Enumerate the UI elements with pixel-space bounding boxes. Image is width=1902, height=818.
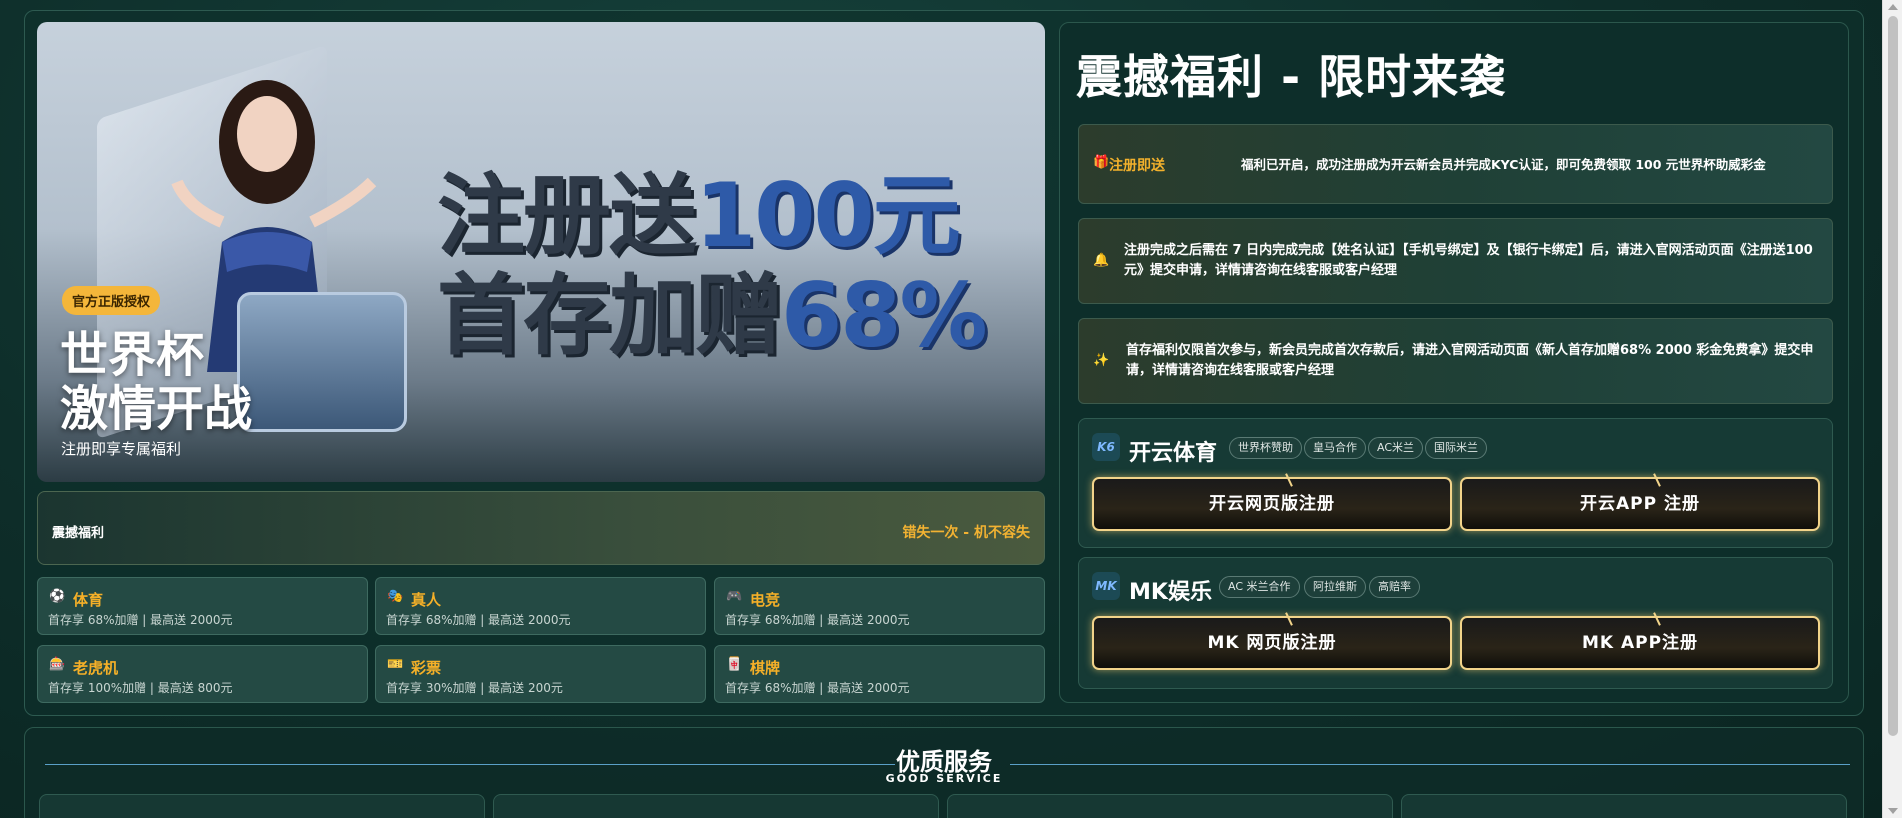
brand-chip: 皇马合作 [1304, 437, 1366, 459]
category-desc: 首存享 68%加赠 | 最高送 2000元 [725, 613, 910, 627]
official-badge: 官方正版授权 [62, 286, 161, 315]
welfare-panel: 震撼福利 - 限时来袭 🎁 注册即送 福利已开启，成功注册成为开云新会员并完成K… [1059, 22, 1849, 703]
category-name: 电竞 [750, 591, 781, 609]
info-text: 福利已开启，成功注册成为开云新会员并完成KYC认证，即可免费领取 100 元世界… [1241, 157, 1766, 172]
button-label: MK 网页版注册 [1207, 633, 1337, 653]
brand-chip: AC 米兰合作 [1219, 576, 1300, 598]
category-name: 老虎机 [73, 659, 119, 677]
brand-card-kaiyun: K6 开云体育 世界杯赞助 皇马合作 AC米兰 国际米兰 开云网页版注册 开云A… [1078, 418, 1833, 548]
scrollbar-thumb[interactable] [1888, 16, 1898, 736]
info-text: 注册完成之后需在 7 日内完成完成【姓名认证】【手机号绑定】及【银行卡绑定】后，… [1124, 243, 1813, 278]
mahjong-icon: 🀄 [726, 657, 743, 672]
sparkle-decoration [1653, 612, 1661, 626]
category-card-cards[interactable]: 🀄 棋牌 首存享 68%加赠 | 最高送 2000元 [714, 645, 1045, 703]
sparkle-icon: ✨ [1093, 353, 1110, 368]
info-text: 首存福利仅限首次参与，新会员完成首次存款后，请进入官网活动页面《新人首存加赠68… [1126, 343, 1814, 378]
category-card-sports[interactable]: ⚽ 体育 首存享 68%加赠 | 最高送 2000元 [37, 577, 368, 635]
service-card [39, 794, 485, 818]
hero-headline-1: 注册送100元 [437, 164, 961, 267]
service-card [1401, 794, 1847, 818]
ticket-icon: 🎫 [387, 657, 404, 672]
hero-title: 世界杯 激情开战 [60, 327, 253, 437]
button-label: 开云网页版注册 [1209, 494, 1335, 514]
sparkle-decoration [1653, 473, 1661, 487]
category-name: 体育 [73, 591, 104, 609]
category-card-lottery[interactable]: 🎫 彩票 首存享 30%加赠 | 最高送 200元 [375, 645, 706, 703]
slot-machine-image [237, 292, 407, 432]
bell-icon: 🔔 [1093, 253, 1110, 268]
brand-chip: AC米兰 [1368, 437, 1424, 459]
button-label: 开云APP 注册 [1580, 494, 1700, 514]
brand-chip: 国际米兰 [1425, 437, 1487, 459]
info-tag: 注册即送 [1109, 158, 1165, 174]
brand-chip: 高赔率 [1369, 576, 1420, 598]
mask-icon: 🎭 [387, 589, 404, 604]
brand-name: 开云体育 [1129, 441, 1218, 466]
page-scrollbar[interactable] [1882, 0, 1902, 818]
hero-subtitle: 注册即享专属福利 [61, 440, 182, 458]
category-desc: 首存享 68%加赠 | 最高送 2000元 [48, 613, 233, 627]
category-desc: 首存享 30%加赠 | 最高送 200元 [386, 681, 563, 695]
brand-chip: 世界杯赞助 [1229, 437, 1302, 459]
service-card [493, 794, 939, 818]
brand-name: MK娱乐 [1129, 580, 1212, 605]
promo-bar: 震撼福利 错失一次 - 机不容失 [37, 491, 1045, 565]
category-card-slots[interactable]: 🎰 老虎机 首存享 100%加赠 | 最高送 800元 [37, 645, 368, 703]
kaiyun-logo-icon: K6 [1092, 433, 1120, 461]
info-card-register: 🎁 注册即送 福利已开启，成功注册成为开云新会员并完成KYC认证，即可免费领取 … [1078, 124, 1833, 204]
hero-headline-2: 首存加赠68% [437, 264, 988, 367]
category-card-live[interactable]: 🎭 真人 首存享 68%加赠 | 最高送 2000元 [375, 577, 706, 635]
service-subtitle: GOOD SERVICE [885, 772, 1003, 785]
category-name: 棋牌 [750, 659, 781, 677]
service-card [947, 794, 1393, 818]
category-name: 真人 [411, 591, 442, 609]
scroll-up-icon[interactable] [1888, 4, 1898, 10]
category-card-esports[interactable]: 🎮 电竞 首存享 68%加赠 | 最高送 2000元 [714, 577, 1045, 635]
soccer-ball-icon: ⚽ [49, 589, 66, 604]
panel-title: 震撼福利 - 限时来袭 [1076, 50, 1507, 104]
button-label: MK APP注册 [1581, 633, 1699, 653]
brand-chip: 阿拉维斯 [1304, 576, 1366, 598]
sparkle-decoration [1285, 612, 1293, 626]
kaiyun-web-register-button[interactable]: 开云网页版注册 [1092, 473, 1452, 531]
brand-card-mk: MK MK娱乐 AC 米兰合作 阿拉维斯 高赔率 MK 网页版注册 MK APP… [1078, 557, 1833, 689]
service-section: 优质服务 GOOD SERVICE [24, 727, 1864, 818]
mk-logo-icon: MK [1092, 572, 1120, 600]
gift-icon: 🎁 [1093, 155, 1110, 170]
promo-bar-slogan: 错失一次 - 机不容失 [902, 525, 1030, 541]
info-card-kyc: 🔔 注册完成之后需在 7 日内完成完成【姓名认证】【手机号绑定】及【银行卡绑定】… [1078, 218, 1833, 304]
mk-app-register-button[interactable]: MK APP注册 [1460, 612, 1820, 670]
gamepad-icon: 🎮 [726, 589, 743, 604]
category-desc: 首存享 68%加赠 | 最高送 2000元 [725, 681, 910, 695]
category-name: 彩票 [411, 659, 442, 677]
scroll-down-icon[interactable] [1888, 808, 1898, 814]
info-card-deposit: ✨ 首存福利仅限首次参与，新会员完成首次存款后，请进入官网活动页面《新人首存加赠… [1078, 318, 1833, 404]
kaiyun-app-register-button[interactable]: 开云APP 注册 [1460, 473, 1820, 531]
slot-machine-icon: 🎰 [49, 657, 66, 672]
category-desc: 首存享 100%加赠 | 最高送 800元 [48, 681, 233, 695]
mk-web-register-button[interactable]: MK 网页版注册 [1092, 612, 1452, 670]
promo-bar-label: 震撼福利 [52, 526, 105, 541]
sparkle-decoration [1285, 473, 1293, 487]
category-desc: 首存享 68%加赠 | 最高送 2000元 [386, 613, 571, 627]
